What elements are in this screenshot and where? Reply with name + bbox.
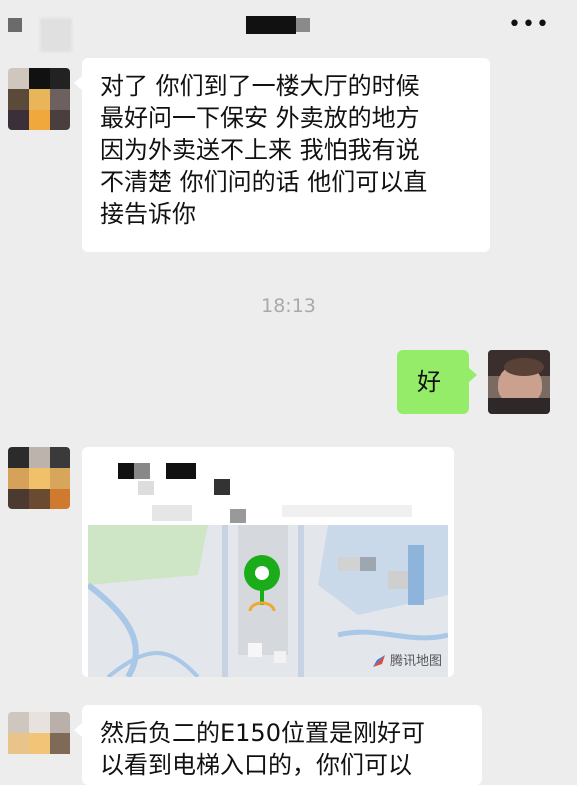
my-avatar[interactable] [488, 350, 550, 414]
tencent-map-logo-icon [373, 655, 385, 667]
message-bubble-received[interactable]: 对了 你们到了一楼大厅的时候 最好问一下保安 外卖放的地方 因为外卖送不上来 我… [74, 58, 490, 252]
location-name-redacted [118, 463, 134, 479]
map-thumbnail[interactable]: 腾讯地图 [88, 525, 448, 677]
location-address-redacted [138, 481, 154, 495]
message-bubble-received[interactable]: 然后负二的E150位置是刚好可 以看到电梯入口的，你们可以 [74, 705, 482, 785]
location-address-redacted [282, 505, 412, 517]
chat-title-redacted [246, 16, 296, 34]
location-message-card[interactable]: 腾讯地图 [82, 447, 454, 677]
map-provider-label: 腾讯地图 [389, 654, 442, 669]
message-text: 好 [417, 368, 441, 396]
avatar[interactable] [8, 712, 70, 774]
location-name-redacted [166, 463, 196, 479]
message-bubble-sent[interactable]: 好 [397, 350, 477, 414]
header-blur [40, 18, 72, 52]
timestamp: 18:13 [261, 295, 316, 317]
message-text: 对了 你们到了一楼大厅的时候 最好问一下保安 外卖放的地方 因为外卖送不上来 我… [100, 72, 428, 228]
chat-header: ••• [0, 0, 577, 52]
location-name-redacted [134, 463, 150, 479]
chat-title-redacted-tail [296, 18, 310, 32]
back-icon[interactable] [8, 18, 22, 32]
more-icon[interactable]: ••• [508, 12, 550, 37]
avatar[interactable] [8, 68, 70, 130]
location-address-redacted [230, 509, 246, 523]
location-pin-icon [244, 555, 280, 612]
location-address-redacted [152, 505, 192, 521]
location-name-redacted [214, 479, 230, 495]
avatar[interactable] [8, 447, 70, 509]
message-text: 然后负二的E150位置是刚好可 以看到电梯入口的，你们可以 [100, 719, 425, 779]
